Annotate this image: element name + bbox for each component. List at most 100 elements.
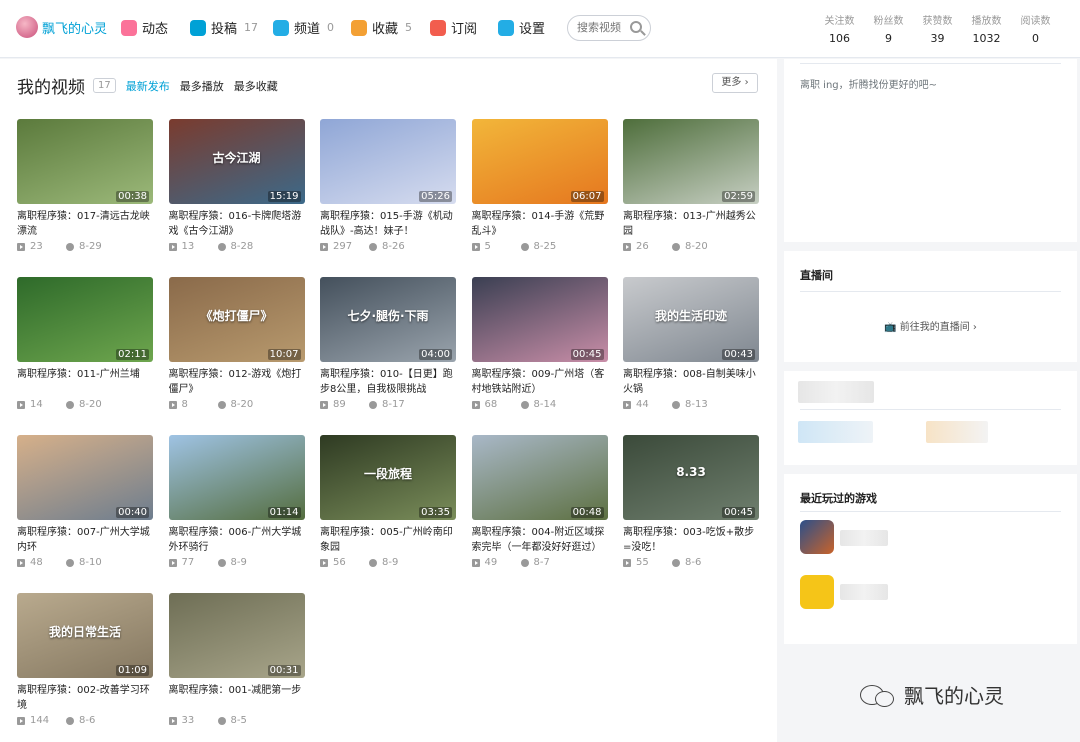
video-thumbnail[interactable]: 06:07 — [471, 119, 608, 204]
video-thumbnail[interactable]: 00:40 — [17, 435, 153, 520]
video-title[interactable]: 离职程序猿：005-广州岭南印象园 — [320, 525, 456, 555]
video-title[interactable]: 离职程序猿：006-广州大学城外环骑行 — [169, 525, 305, 555]
video-card[interactable]: 02:59 离职程序猿：013-广州越秀公园 26 8-20 — [623, 119, 759, 252]
stat-1[interactable]: 粉丝数 9 — [864, 12, 913, 45]
stat-3[interactable]: 播放数 1032 — [962, 12, 1011, 45]
video-title[interactable]: 离职程序猿：004-附近区域探索完毕（一年都没好好逛过） — [472, 525, 608, 555]
nav-item-5[interactable]: 设置 — [498, 18, 552, 37]
play-count-icon — [17, 242, 25, 251]
play-count-icon — [168, 558, 177, 567]
video-meta: 297 8-26 — [320, 241, 456, 252]
section-title: 我的视频 — [17, 78, 85, 98]
video-title[interactable]: 离职程序猿：009-广州塔（客村地铁站附近） — [472, 367, 608, 397]
play-count: 297 — [333, 241, 353, 252]
video-thumbnail[interactable]: 古今江湖 15:19 — [168, 119, 305, 204]
video-thumbnail[interactable]: 七夕·腿伤·下雨 04:00 — [320, 277, 456, 362]
video-meta: 89 8-17 — [320, 399, 456, 410]
tab-most-played[interactable]: 最多播放 — [180, 78, 224, 94]
nav-item-0[interactable]: 动态 — [121, 18, 175, 37]
video-duration: 05:26 — [419, 191, 452, 202]
video-thumbnail[interactable]: 02:59 — [623, 119, 759, 204]
video-card[interactable]: 七夕·腿伤·下雨 04:00 离职程序猿：010-【日更】跑步8公里，自我极限挑战 8… — [320, 277, 456, 410]
nav-item-1[interactable]: 投稿 17 — [190, 18, 258, 37]
video-thumbnail[interactable]: 00:48 — [471, 435, 608, 520]
video-title[interactable]: 离职程序猿：010-【日更】跑步8公里，自我极限挑战 — [320, 367, 456, 397]
video-thumbnail[interactable]: 02:11 — [17, 277, 153, 362]
video-thumbnail[interactable]: 00:31 — [168, 593, 305, 678]
nav-item-4[interactable]: 订阅 — [430, 18, 484, 37]
play-count: 13 — [181, 241, 195, 252]
video-card[interactable]: 我的日常生活 01:09 离职程序猿：002-改善学习环境 144 8-6 — [17, 593, 153, 726]
video-card[interactable]: 00:31 离职程序猿：001-减肥第一步 33 8-5 — [168, 593, 305, 726]
game-icon-1[interactable] — [800, 520, 834, 554]
video-thumbnail[interactable]: 一段旅程 03:35 — [320, 435, 456, 520]
game-icon-2[interactable] — [800, 575, 834, 609]
video-title[interactable]: 离职程序猿：001-减肥第一步 — [169, 683, 305, 713]
video-duration: 00:31 — [267, 665, 301, 676]
video-title[interactable]: 离职程序猿：017-清远古龙峡漂流 — [17, 209, 153, 239]
video-card[interactable]: 我的生活印迹 00:43 离职程序猿：008-自制美味小火锅 44 8-13 — [623, 277, 759, 410]
stat-2[interactable]: 获赞数 39 — [913, 12, 962, 45]
play-count: 49 — [484, 557, 498, 568]
video-card[interactable]: 《炮打僵尸》 10:07 离职程序猿：012-游戏《炮打僵尸》 8 8-20 — [168, 277, 305, 410]
clock-icon — [66, 400, 74, 409]
play-count-icon — [17, 716, 25, 725]
video-title[interactable]: 离职程序猿：012-游戏《炮打僵尸》 — [169, 367, 305, 397]
video-card[interactable]: 00:40 离职程序猿：007-广州大学城内环 48 8-10 — [17, 435, 153, 568]
stat-4[interactable]: 阅读数 0 — [1011, 12, 1060, 45]
video-title[interactable]: 离职程序猿：007-广州大学城内环 — [17, 525, 153, 555]
video-title[interactable]: 离职程序猿：013-广州越秀公园 — [623, 209, 759, 239]
tab-most-favorited[interactable]: 最多收藏 — [234, 78, 278, 94]
video-thumbnail[interactable]: 《炮打僵尸》 10:07 — [168, 277, 305, 362]
more-button[interactable]: 更多 › — [712, 73, 758, 93]
stat-label: 粉丝数 — [873, 16, 904, 27]
nav-label: 订阅 — [451, 22, 478, 37]
blurred-content — [798, 381, 874, 403]
video-card[interactable]: 00:48 离职程序猿：004-附近区域探索完毕（一年都没好好逛过） 49 8-7 — [471, 435, 608, 568]
video-card[interactable]: 02:11 离职程序猿：011-广州兰埔 14 8-20 — [17, 277, 153, 410]
live-title: 直播间 — [800, 269, 833, 282]
video-thumbnail[interactable]: 我的生活印迹 00:43 — [623, 277, 759, 362]
video-card[interactable]: 一段旅程 03:35 离职程序猿：005-广州岭南印象园 56 8-9 — [320, 435, 456, 568]
search-box[interactable] — [567, 15, 651, 41]
video-card[interactable]: 8.33 00:45 离职程序猿：003-吃饭+散步=没吃！ 55 8-6 — [623, 435, 759, 568]
video-thumbnail[interactable]: 05:26 — [320, 119, 456, 204]
live-room-link[interactable]: 📺 前往我的直播间 › — [784, 318, 1077, 333]
nav-count: 0 — [327, 21, 335, 34]
stat-0[interactable]: 关注数 106 — [815, 12, 864, 45]
video-title[interactable]: 离职程序猿：002-改善学习环境 — [17, 683, 153, 713]
upload-date: 8-25 — [533, 241, 557, 252]
brand[interactable]: 飘飞的心灵 — [16, 16, 107, 38]
upload-date: 8-20 — [79, 399, 102, 410]
video-card[interactable]: 古今江湖 15:19 离职程序猿：016-卡牌爬塔游戏《古今江湖》 13 8-28 — [168, 119, 305, 252]
video-title[interactable]: 离职程序猿：014-手游《荒野乱斗》 — [472, 209, 608, 239]
thumbnail-caption: 《炮打僵尸》 — [200, 309, 273, 323]
clock-icon — [66, 242, 74, 251]
nav-item-2[interactable]: 频道 0 — [273, 18, 334, 37]
video-thumbnail[interactable]: 8.33 00:45 — [623, 435, 759, 520]
video-thumbnail[interactable]: 00:38 — [17, 119, 153, 204]
video-thumbnail[interactable]: 我的日常生活 01:09 — [17, 593, 153, 678]
search-input[interactable] — [577, 21, 635, 34]
wechat-icon — [860, 683, 896, 707]
video-title[interactable]: 离职程序猿：008-自制美味小火锅 — [623, 367, 759, 397]
avatar-icon — [16, 16, 38, 38]
video-thumbnail[interactable]: 00:45 — [471, 277, 608, 362]
tab-latest[interactable]: 最新发布 — [126, 78, 170, 94]
video-title[interactable]: 离职程序猿：015-手游《机动战队》-高达！妹子！ — [320, 209, 456, 239]
play-count-icon — [17, 558, 25, 567]
video-title[interactable]: 离职程序猿：011-广州兰埔 — [17, 367, 153, 397]
search-icon[interactable] — [630, 21, 642, 33]
blurred-content — [926, 421, 988, 443]
nav-item-3[interactable]: 收藏 5 — [351, 18, 412, 37]
video-card[interactable]: 05:26 离职程序猿：015-手游《机动战队》-高达！妹子！ 297 8-26 — [320, 119, 456, 252]
video-card[interactable]: 01:14 离职程序猿：006-广州大学城外环骑行 77 8-9 — [168, 435, 305, 568]
video-title[interactable]: 离职程序猿：016-卡牌爬塔游戏《古今江湖》 — [169, 209, 305, 239]
video-card[interactable]: 00:45 离职程序猿：009-广州塔（客村地铁站附近） 68 8-14 — [471, 277, 608, 410]
video-thumbnail[interactable]: 01:14 — [168, 435, 305, 520]
video-duration: 01:09 — [116, 665, 149, 676]
play-count-icon — [623, 558, 631, 567]
video-card[interactable]: 00:38 离职程序猿：017-清远古龙峡漂流 23 8-29 — [17, 119, 153, 252]
video-card[interactable]: 06:07 离职程序猿：014-手游《荒野乱斗》 5 8-25 — [471, 119, 608, 252]
video-title[interactable]: 离职程序猿：003-吃饭+散步=没吃！ — [623, 525, 759, 555]
